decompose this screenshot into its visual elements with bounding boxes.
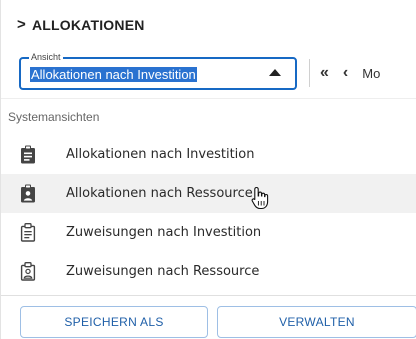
view-select-legend: Ansicht	[29, 51, 63, 63]
menu-item-label: Allokationen nach Ressource	[66, 186, 253, 201]
toolbar-divider	[309, 59, 310, 87]
save-as-button[interactable]: SPEICHERN ALS	[20, 306, 208, 338]
view-dropdown-menu: Systemansichten Allokationen nach Invest…	[1, 98, 416, 291]
clipboard-person-outline-icon	[18, 262, 38, 282]
menu-item-label: Allokationen nach Investition	[66, 147, 255, 162]
toolbar: Ansicht Allokationen nach Investition « …	[19, 51, 416, 94]
panel-title: ALLOKATIONEN	[31, 16, 145, 33]
clipboard-filled-icon	[18, 145, 38, 165]
allocations-panel: > ALLOKATIONEN Ansicht Allokationen nach…	[0, 0, 416, 339]
caret-up-icon[interactable]	[269, 68, 281, 76]
menu-item-allocations-by-resource[interactable]: Allokationen nach Ressource	[1, 174, 416, 213]
menu-item-label: Zuweisungen nach Investition	[66, 225, 262, 240]
footer-actions: SPEICHERN ALS VERWALTEN	[20, 306, 416, 338]
clipboard-outline-icon	[18, 223, 38, 243]
previous-page-button[interactable]: ‹	[343, 63, 348, 83]
menu-section-header: Systemansichten	[1, 98, 416, 135]
first-page-button[interactable]: «	[320, 63, 329, 83]
menu-item-allocations-by-investment[interactable]: Allokationen nach Investition	[1, 135, 416, 174]
clipboard-person-filled-icon	[18, 184, 38, 204]
toolbar-overflow-text: Mo	[362, 65, 381, 81]
menu-item-assignments-by-investment[interactable]: Zuweisungen nach Investition	[1, 213, 416, 252]
footer-divider	[1, 295, 416, 296]
manage-button[interactable]: VERWALTEN	[217, 306, 416, 338]
view-select[interactable]: Ansicht Allokationen nach Investition	[19, 51, 297, 90]
view-select-value[interactable]: Allokationen nach Investition	[30, 66, 197, 82]
chevron-right-icon[interactable]: >	[17, 16, 26, 33]
menu-item-assignments-by-resource[interactable]: Zuweisungen nach Ressource	[1, 252, 416, 291]
menu-item-label: Zuweisungen nach Ressource	[66, 264, 260, 279]
panel-header[interactable]: > ALLOKATIONEN	[17, 16, 145, 33]
hand-pointer-cursor-icon	[250, 186, 270, 210]
